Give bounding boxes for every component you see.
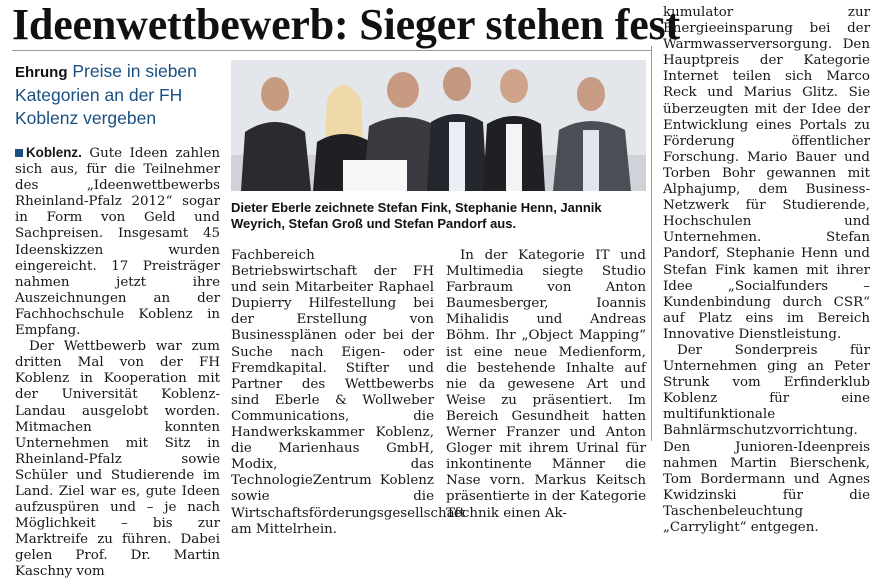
article-column-3: In der Kategorie IT und Multimedia siegt… (446, 248, 646, 522)
paragraph: kumulator zur Energieeinsparung bei der … (663, 5, 870, 342)
paragraph: Koblenz. Gute Ideen zahlen sich aus, für… (15, 145, 220, 339)
paragraph: Der Wettbewerb war zum dritten Mal von d… (15, 339, 220, 580)
paragraph: Der Sonderpreis für Unternehmen ging an … (663, 342, 870, 535)
column-divider (651, 46, 652, 441)
paragraph: In der Kategorie IT und Multimedia siegt… (446, 248, 646, 521)
headline: Ideenwettbewerb: Sieger stehen fest (12, 0, 680, 49)
article-column-4: kumulator zur Energieeinsparung bei der … (663, 5, 870, 536)
headline-rule (12, 50, 651, 51)
article-column-1: Koblenz. Gute Ideen zahlen sich aus, für… (15, 145, 220, 581)
award-photo (231, 60, 646, 191)
kicker: Ehrung Preise in sieben Kategorien an de… (15, 60, 220, 130)
photo-caption: Dieter Eberle zeichnete Stefan Fink, Ste… (231, 200, 602, 231)
group-photo-illustration (231, 60, 646, 191)
section-marker-icon (15, 149, 23, 157)
paragraph: Fachbereich Betriebswirtschaft der FH un… (231, 248, 465, 537)
article-column-2: Fachbereich Betriebswirtschaft der FH un… (231, 248, 465, 538)
dateline: Koblenz. (26, 145, 82, 160)
paragraph-text: Gute Ideen zahlen sich aus, für die Teil… (15, 146, 221, 339)
kicker-tag: Ehrung (15, 64, 68, 81)
